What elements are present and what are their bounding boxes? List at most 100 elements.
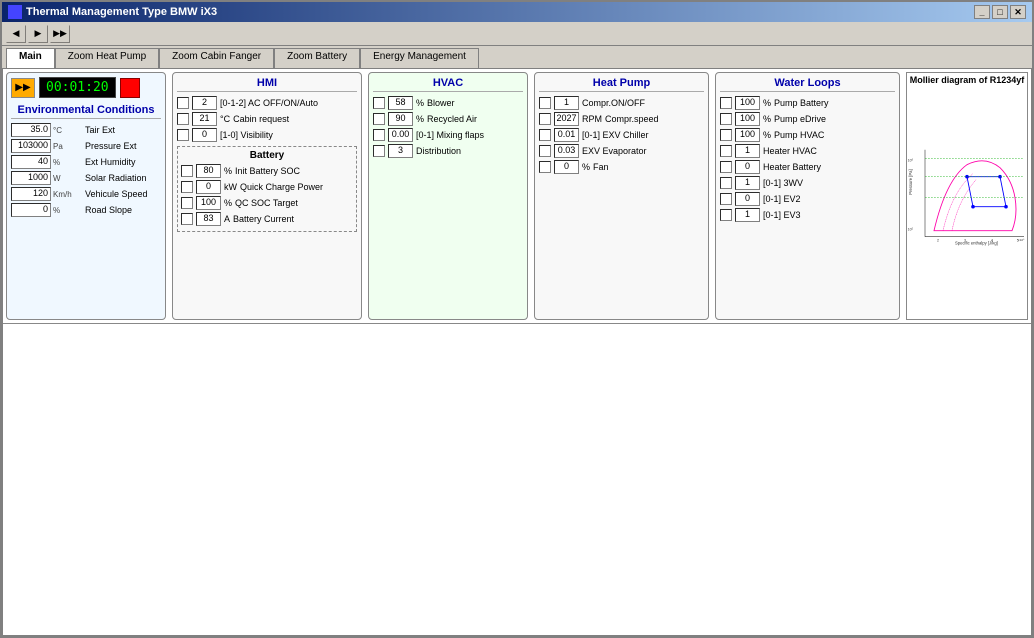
title-bar: Thermal Management Type BMW iX3 _ □ ✕ [2, 2, 1032, 22]
hmi-label-1b: Cabin request [233, 114, 289, 124]
tab-zoom-cabin[interactable]: Zoom Cabin Fanger [159, 48, 274, 68]
hmi-cb-1[interactable] [177, 113, 189, 125]
tab-zoom-heat-pump[interactable]: Zoom Heat Pump [55, 48, 159, 68]
wl-cb-5[interactable] [720, 177, 732, 189]
bat-unit-3: A [224, 214, 230, 224]
wl-cb-3[interactable] [720, 145, 732, 157]
bat-val-1[interactable]: 0 [196, 180, 221, 194]
wl-val-6[interactable]: 0 [735, 192, 760, 206]
wl-label-5: [0-1] 3WV [763, 178, 803, 188]
env-val-3[interactable]: 1000 [11, 171, 51, 185]
wl-val-5[interactable]: 1 [735, 176, 760, 190]
wl-cb-7[interactable] [720, 209, 732, 221]
wl-cb-6[interactable] [720, 193, 732, 205]
hp-cb-4[interactable] [539, 161, 551, 173]
hp-label-2: [0-1] EXV Chiller [582, 130, 649, 140]
bat-unit-0: % [224, 166, 232, 176]
svg-text:×10⁵: ×10⁵ [1018, 238, 1025, 242]
hmi-val-0[interactable]: 2 [192, 96, 217, 110]
bat-val-0[interactable]: 80 [196, 164, 221, 178]
wl-row-7: 1 [0-1] EV3 [720, 208, 895, 222]
toolbar-btn-1[interactable]: ◀ [6, 25, 26, 43]
hvac-val-3[interactable]: 3 [388, 144, 413, 158]
bat-row-1: 0 kW Quick Charge Power [181, 180, 353, 194]
hmi-val-2[interactable]: 0 [192, 128, 217, 142]
wl-val-3[interactable]: 1 [735, 144, 760, 158]
wl-val-0[interactable]: 100 [735, 96, 760, 110]
wl-title: Water Loops [720, 77, 895, 92]
bat-label-0: Init Battery SOC [235, 166, 300, 176]
tab-energy[interactable]: Energy Management [360, 48, 479, 68]
hmi-val-1[interactable]: 21 [192, 112, 217, 126]
hmi-label-2: [1-0] Visibility [220, 130, 273, 140]
bat-val-2[interactable]: 100 [196, 196, 221, 210]
bat-cb-0[interactable] [181, 165, 193, 177]
hvac-cb-3[interactable] [373, 145, 385, 157]
maximize-button[interactable]: □ [992, 5, 1008, 19]
hvac-val-1[interactable]: 90 [388, 112, 413, 126]
hp-cb-1[interactable] [539, 113, 551, 125]
hvac-val-0[interactable]: 58 [388, 96, 413, 110]
wl-row-5: 1 [0-1] 3WV [720, 176, 895, 190]
hvac-val-2[interactable]: 0.00 [388, 128, 413, 142]
env-title: Environmental Conditions [11, 104, 161, 119]
bat-cb-1[interactable] [181, 181, 193, 193]
wl-unit-2: % [763, 130, 771, 140]
stop-button[interactable] [120, 78, 140, 98]
wl-label-6: [0-1] EV2 [763, 194, 801, 204]
wl-cb-2[interactable] [720, 129, 732, 141]
env-val-1[interactable]: 103000 [11, 139, 51, 153]
bat-val-3[interactable]: 83 [196, 212, 221, 226]
hp-cb-0[interactable] [539, 97, 551, 109]
svg-text:10⁶: 10⁶ [908, 159, 914, 163]
wl-cb-1[interactable] [720, 113, 732, 125]
play-pause-button[interactable]: ▶▶ [11, 78, 35, 98]
hp-val-0[interactable]: 1 [554, 96, 579, 110]
hp-val-1[interactable]: 2027 [554, 112, 579, 126]
bat-label-1: Quick Charge Power [240, 182, 323, 192]
hmi-row-2: 0 [1-0] Visibility [177, 128, 357, 142]
hp-row-2: 0.01 [0-1] EXV Chiller [539, 128, 704, 142]
bat-cb-2[interactable] [181, 197, 193, 209]
hp-val-2[interactable]: 0.01 [554, 128, 579, 142]
env-panel: ▶▶ 00:01:20 Environmental Conditions 35.… [6, 72, 166, 320]
tab-zoom-battery[interactable]: Zoom Battery [274, 48, 360, 68]
window-controls: _ □ ✕ [974, 5, 1026, 19]
wl-row-2: 100 % Pump HVAC [720, 128, 895, 142]
hmi-cb-2[interactable] [177, 129, 189, 141]
bat-cb-3[interactable] [181, 213, 193, 225]
tab-main[interactable]: Main [6, 48, 55, 68]
hp-val-4[interactable]: 0 [554, 160, 579, 174]
wl-val-2[interactable]: 100 [735, 128, 760, 142]
hp-val-3[interactable]: 0.03 [554, 144, 579, 158]
env-val-5[interactable]: 0 [11, 203, 51, 217]
battery-sub-title: Battery [181, 150, 353, 161]
bat-row-0: 80 % Init Battery SOC [181, 164, 353, 178]
env-label-0: Tair Ext [85, 125, 161, 135]
toolbar-btn-2[interactable]: ▶ [28, 25, 48, 43]
close-button[interactable]: ✕ [1010, 5, 1026, 19]
timer-display: 00:01:20 [39, 77, 116, 98]
wl-cb-4[interactable] [720, 161, 732, 173]
wl-val-7[interactable]: 1 [735, 208, 760, 222]
tab-content-main: ▶▶ 00:01:20 Environmental Conditions 35.… [2, 68, 1032, 636]
hvac-cb-0[interactable] [373, 97, 385, 109]
hp-cb-2[interactable] [539, 129, 551, 141]
toolbar: ◀ ▶ ▶▶ [2, 22, 1032, 46]
wl-val-1[interactable]: 100 [735, 112, 760, 126]
toolbar-btn-3[interactable]: ▶▶ [50, 25, 70, 43]
env-row-2: 40 % Ext Humidity [11, 155, 161, 169]
mollier-svg: Pressure [Pa] Specific enthalpy [J/kg] 1… [907, 87, 1027, 308]
hp-cb-3[interactable] [539, 145, 551, 157]
wl-val-4[interactable]: 0 [735, 160, 760, 174]
env-val-0[interactable]: 35.0 [11, 123, 51, 137]
env-val-2[interactable]: 40 [11, 155, 51, 169]
env-val-4[interactable]: 120 [11, 187, 51, 201]
hmi-cb-0[interactable] [177, 97, 189, 109]
hvac-cb-1[interactable] [373, 113, 385, 125]
hmi-title: HMI [177, 77, 357, 92]
wl-cb-0[interactable] [720, 97, 732, 109]
minimize-button[interactable]: _ [974, 5, 990, 19]
wl-row-0: 100 % Pump Battery [720, 96, 895, 110]
hvac-cb-2[interactable] [373, 129, 385, 141]
